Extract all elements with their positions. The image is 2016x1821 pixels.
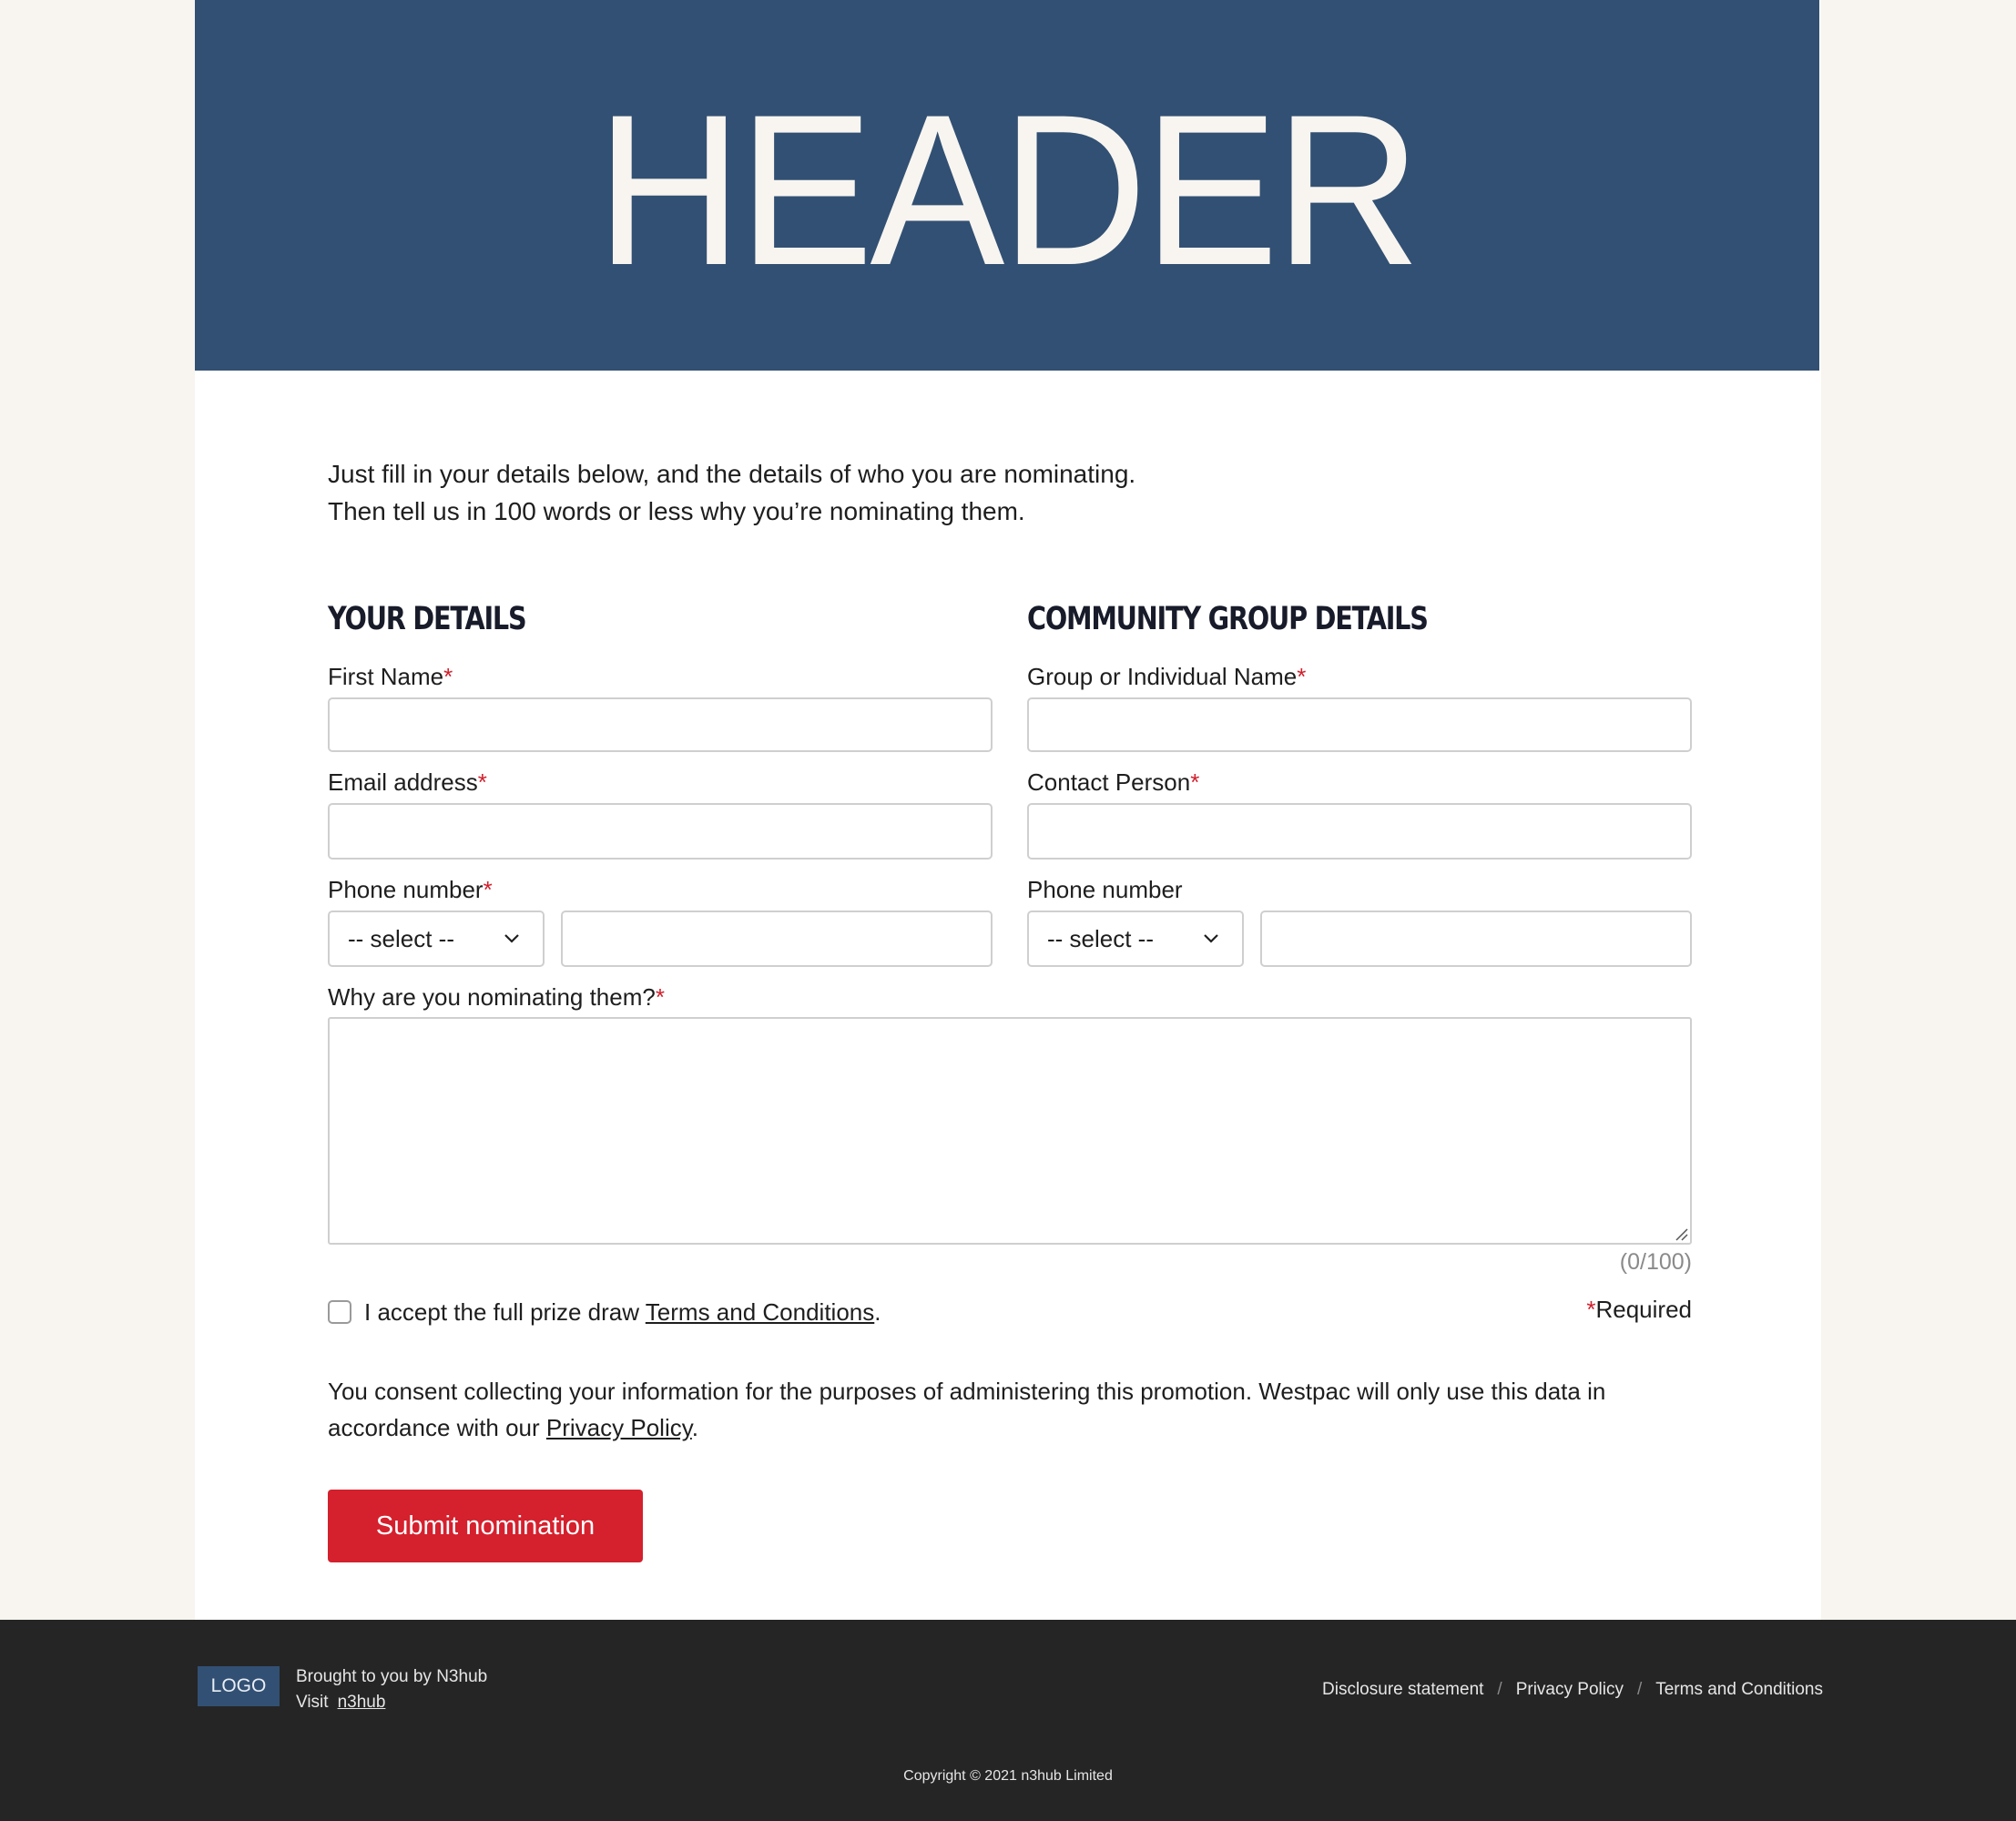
footer-separator: /: [1636, 1680, 1643, 1699]
group-name-label-text: Group or Individual Name: [1027, 663, 1298, 690]
group-phone-country-select-value: -- select --: [1047, 924, 1154, 952]
chevron-down-icon: [504, 934, 519, 943]
contact-person-input[interactable]: [1027, 803, 1692, 860]
resize-handle-icon[interactable]: [1674, 1226, 1688, 1241]
page-container: HEADER Just fill in your details below, …: [195, 0, 1821, 1621]
first-name-label: First Name*: [328, 663, 453, 691]
required-asterisk: *: [483, 876, 493, 903]
email-label: Email address*: [328, 768, 487, 797]
first-name-input[interactable]: [328, 697, 993, 752]
phone-label: Phone number*: [328, 876, 493, 904]
privacy-policy-link[interactable]: Privacy Policy: [546, 1414, 692, 1441]
email-input[interactable]: [328, 803, 993, 860]
contact-person-label-text: Contact Person: [1027, 768, 1191, 796]
contact-person-label: Contact Person*: [1027, 768, 1199, 797]
required-note: *Required: [1586, 1296, 1692, 1324]
footer-link-privacy[interactable]: Privacy Policy: [1516, 1680, 1624, 1700]
group-name-label: Group or Individual Name*: [1027, 663, 1306, 691]
footer-link-terms[interactable]: Terms and Conditions: [1655, 1680, 1823, 1700]
terms-checkbox[interactable]: [328, 1300, 351, 1324]
required-asterisk: *: [655, 983, 665, 1011]
community-details-heading: COMMUNITY GROUP DETAILS: [1027, 601, 1429, 637]
group-phone-number-input[interactable]: [1260, 910, 1692, 967]
your-details-heading: YOUR DETAILS: [328, 601, 527, 637]
required-asterisk: *: [443, 663, 453, 690]
required-note-text: Required: [1595, 1296, 1692, 1323]
footer: LOGO Brought to you by N3hub Visit n3hub …: [0, 1620, 2016, 1821]
copyright-text: Copyright © 2021 n3hub Limited: [903, 1768, 1113, 1784]
consent-text: You consent collecting your information …: [328, 1373, 1692, 1446]
terms-link[interactable]: Terms and Conditions: [646, 1298, 874, 1326]
consent-suffix: .: [691, 1414, 699, 1441]
email-label-text: Email address: [328, 768, 478, 796]
required-asterisk: *: [1297, 663, 1307, 690]
intro-line-1: Just fill in your details below, and the…: [328, 460, 1136, 488]
terms-accept-suffix: .: [874, 1298, 881, 1326]
required-asterisk: *: [1190, 768, 1200, 796]
first-name-label-text: First Name: [328, 663, 444, 690]
chevron-down-icon: [1204, 934, 1218, 943]
word-counter: (0/100): [1619, 1249, 1692, 1275]
header-banner: HEADER: [195, 0, 1819, 371]
phone-country-select-value: -- select --: [348, 924, 454, 952]
terms-accept-prefix: I accept the full prize draw: [364, 1298, 646, 1326]
footer-brought-by: Brought to you by N3hub Visit n3hub: [296, 1664, 487, 1715]
footer-link-disclosure[interactable]: Disclosure statement: [1322, 1680, 1483, 1700]
header-title: HEADER: [596, 69, 1421, 310]
visit-line: Visit n3hub: [296, 1690, 487, 1715]
consent-body: You consent collecting your information …: [328, 1378, 1606, 1441]
n3hub-link[interactable]: n3hub: [338, 1693, 386, 1712]
group-phone-country-select[interactable]: -- select --: [1027, 910, 1244, 967]
terms-accept-text: I accept the full prize draw Terms and C…: [364, 1298, 881, 1327]
footer-logo[interactable]: LOGO: [198, 1666, 280, 1706]
submit-nomination-button[interactable]: Submit nomination: [328, 1490, 643, 1562]
phone-country-select[interactable]: -- select --: [328, 910, 545, 967]
group-name-input[interactable]: [1027, 697, 1692, 752]
nomination-reason-label-text: Why are you nominating them?: [328, 983, 656, 1011]
nomination-reason-textarea[interactable]: [328, 1017, 1692, 1245]
nomination-reason-label: Why are you nominating them?*: [328, 983, 665, 1012]
intro-text: Just fill in your details below, and the…: [328, 455, 1135, 530]
required-note-asterisk: *: [1586, 1296, 1596, 1323]
phone-label-text: Phone number: [328, 876, 484, 903]
required-asterisk: *: [477, 768, 487, 796]
brought-by-text: Brought to you by N3hub: [296, 1667, 488, 1686]
footer-links: Disclosure statement / Privacy Policy / …: [1322, 1680, 1823, 1700]
phone-number-input[interactable]: [561, 910, 993, 967]
visit-label: Visit: [296, 1693, 329, 1712]
group-phone-label: Phone number: [1027, 876, 1183, 903]
intro-line-2: Then tell us in 100 words or less why yo…: [328, 497, 1025, 525]
footer-separator: /: [1497, 1680, 1502, 1699]
